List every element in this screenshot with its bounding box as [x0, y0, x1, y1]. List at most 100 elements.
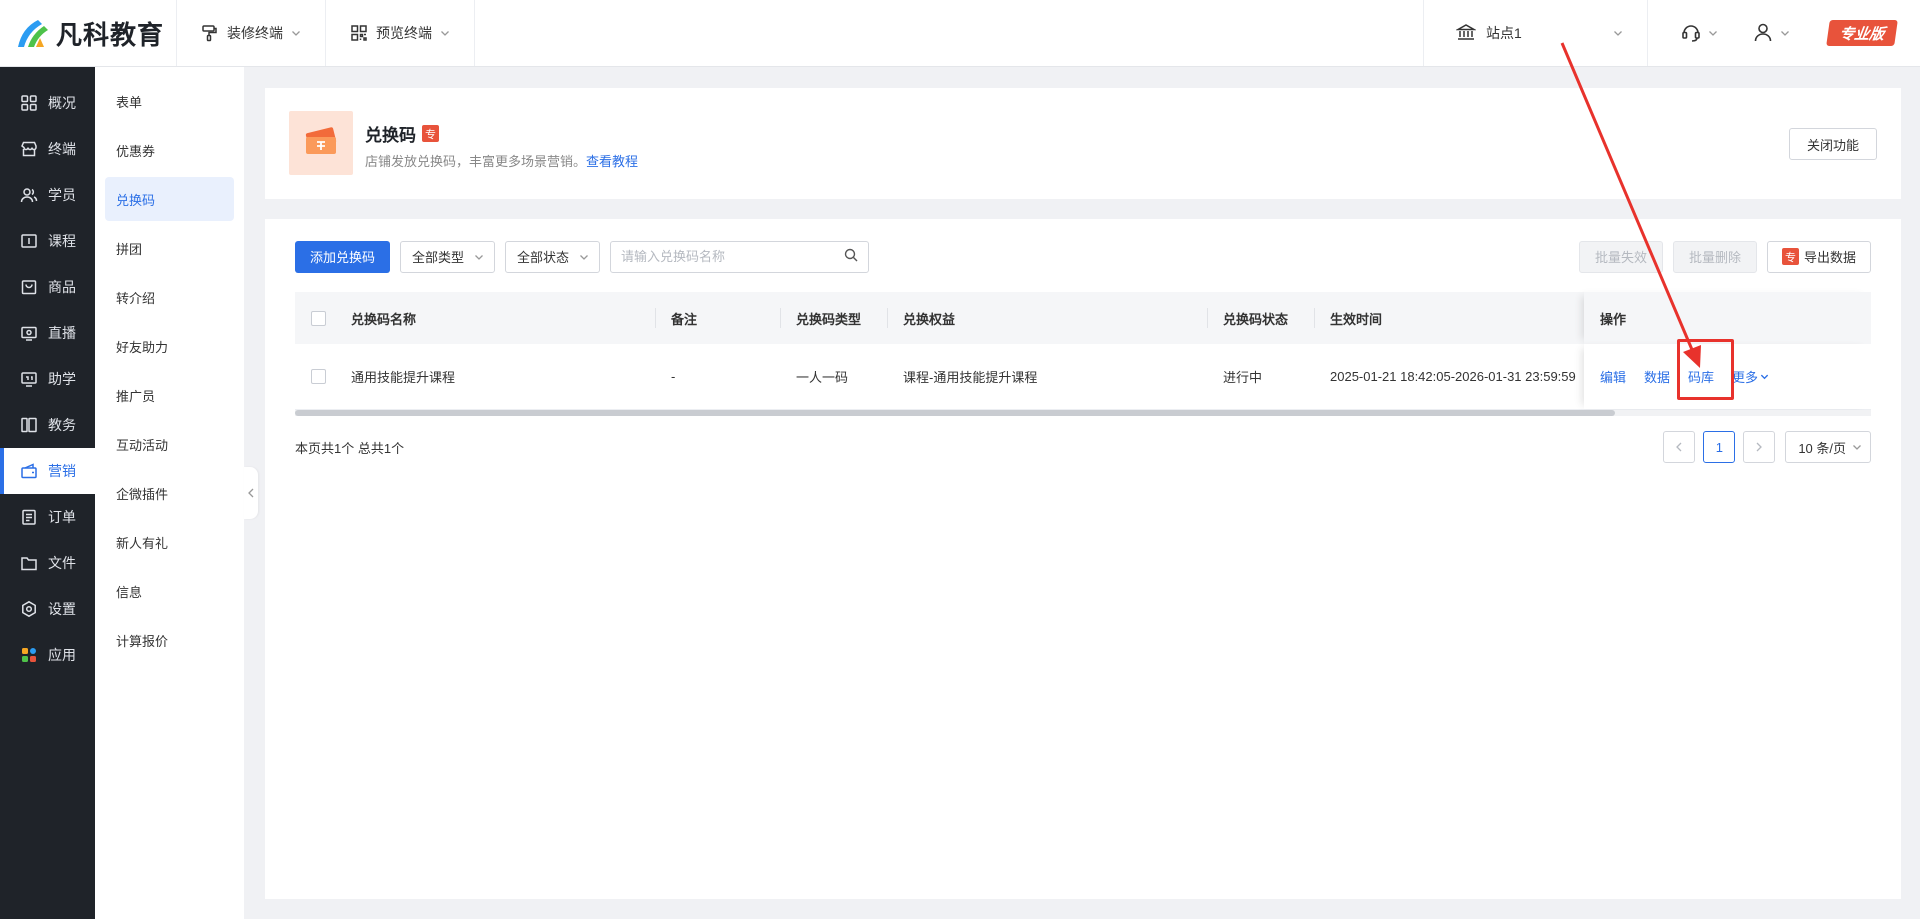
col-header-ops-label: 操作 — [1600, 311, 1627, 327]
prev-page-button[interactable] — [1663, 431, 1696, 463]
sub-sidebar-item-6[interactable]: 推广员 — [105, 373, 234, 417]
select-all-checkbox[interactable] — [311, 310, 326, 326]
more-label: 更多 — [1732, 370, 1759, 385]
search-box — [610, 240, 870, 273]
site-select[interactable]: 站点1 — [1423, 0, 1648, 66]
page-size-select[interactable]: 10 条/页 — [1785, 431, 1871, 463]
chevron-down-icon — [1780, 28, 1790, 38]
sidebar-item-label: 应用 — [48, 647, 76, 663]
settings-icon — [20, 600, 38, 618]
sidebar-item-7[interactable]: 教务 — [0, 402, 95, 448]
cell-status: 进行中 — [1223, 370, 1263, 385]
page-description-text: 店铺发放兑换码，丰富更多场景营销。 — [365, 154, 587, 169]
sub-sidebar-item-8[interactable]: 企微插件 — [105, 471, 234, 515]
sidebar-item-5[interactable]: 直播 — [0, 310, 95, 356]
next-page-button[interactable] — [1743, 431, 1776, 463]
sub-sidebar-item-0[interactable]: 表单 — [105, 79, 234, 123]
sidebar-collapse-handle[interactable] — [244, 467, 258, 519]
brand-name: 凡科教育 — [56, 19, 165, 50]
type-filter-select[interactable]: 全部类型 — [400, 240, 496, 273]
status-filter-value: 全部状态 — [517, 250, 570, 265]
brand-logo[interactable]: 凡科教育 — [0, 0, 177, 66]
sub-sidebar-item-9[interactable]: 新人有礼 — [105, 520, 234, 564]
batch-invalidate-button[interactable]: 批量失效 — [1578, 240, 1663, 273]
tutorial-link[interactable]: 查看教程 — [586, 154, 638, 169]
sidebar-item-2[interactable]: 学员 — [0, 172, 95, 218]
sidebar-item-10[interactable]: 文件 — [0, 540, 95, 586]
sub-sidebar-item-10[interactable]: 信息 — [105, 569, 234, 613]
page-size-value: 10 条/页 — [1798, 440, 1846, 456]
assist-icon — [20, 370, 38, 388]
row-checkbox[interactable] — [311, 369, 326, 384]
bank-icon — [1455, 22, 1477, 45]
sidebar-item-label: 课程 — [48, 233, 76, 249]
chevron-left-icon — [247, 486, 255, 501]
export-data-button[interactable]: 专 导出数据 — [1766, 240, 1871, 273]
scrollbar-thumb[interactable] — [295, 410, 1615, 416]
horizontal-scrollbar[interactable] — [295, 410, 1871, 416]
decorate-terminal-label: 装修终端 — [227, 25, 283, 41]
bag-icon — [20, 278, 38, 296]
table-header: 兑换码名称 备注 兑换码类型 兑换权益 兑换码状态 生效时间 操作 — [295, 292, 1871, 344]
add-code-button[interactable]: 添加兑换码 — [295, 240, 391, 273]
headset-icon — [1680, 21, 1702, 46]
sidebar-item-4[interactable]: 商品 — [0, 264, 95, 310]
live-icon — [20, 324, 38, 342]
export-data-label: 导出数据 — [1803, 250, 1856, 265]
sidebar-item-9[interactable]: 订单 — [0, 494, 95, 540]
sub-sidebar-item-2[interactable]: 兑换码 — [105, 177, 234, 221]
data-link[interactable]: 数据 — [1644, 367, 1670, 386]
col-header-remark: 备注 — [671, 311, 698, 327]
order-icon — [20, 508, 38, 526]
chevron-down-icon — [579, 252, 589, 262]
decorate-terminal-button[interactable]: 装修终端 — [177, 0, 326, 66]
search-icon[interactable] — [844, 248, 858, 265]
folder-icon — [20, 554, 38, 572]
code-library-link[interactable]: 码库 — [1688, 367, 1714, 386]
sidebar-item-0[interactable]: 概况 — [0, 80, 95, 126]
edit-link[interactable]: 编辑 — [1600, 367, 1626, 386]
more-menu[interactable]: 更多 — [1732, 367, 1769, 386]
support-menu[interactable] — [1668, 0, 1730, 66]
batch-delete-button[interactable]: 批量删除 — [1672, 240, 1757, 273]
sidebar-item-3[interactable]: 课程 — [0, 218, 95, 264]
cell-name: 通用技能提升课程 — [351, 370, 456, 385]
sidebar-item-1[interactable]: 终端 — [0, 126, 95, 172]
sidebar-item-12[interactable]: 应用 — [0, 632, 95, 678]
sidebar-item-label: 设置 — [48, 601, 76, 617]
sub-sidebar-item-7[interactable]: 互动活动 — [105, 422, 234, 466]
ticket-icon — [289, 111, 353, 175]
row-ops: 编辑 数据 码库 更多 — [1584, 344, 1871, 409]
col-header-type: 兑换码类型 — [796, 311, 862, 327]
feature-header-card: 兑换码 专 店铺发放兑换码，丰富更多场景营销。查看教程 关闭功能 — [265, 88, 1901, 199]
page-title-text: 兑换码 — [365, 126, 416, 145]
sidebar-item-6[interactable]: 助学 — [0, 356, 95, 402]
cell-time: 2025-01-21 18:42:05-2026-01-31 23:59:59 — [1330, 369, 1576, 384]
user-menu[interactable] — [1740, 0, 1802, 66]
chevron-down-icon — [1613, 26, 1623, 41]
content-card: 添加兑换码 全部类型 全部状态 批量失效 批量删除 专 导出数据 — [265, 219, 1901, 899]
search-input[interactable] — [621, 249, 845, 264]
chevron-down-icon — [474, 252, 484, 262]
page-title: 兑换码 专 — [365, 121, 439, 146]
pagination: 本页共1个 总共1个 1 10 条/页 — [295, 431, 1871, 463]
status-filter-select[interactable]: 全部状态 — [505, 240, 601, 273]
sidebar-item-label: 文件 — [48, 555, 76, 571]
user-icon — [1752, 21, 1774, 46]
preview-terminal-button[interactable]: 预览终端 — [326, 0, 475, 66]
cell-benefit: 课程-通用技能提升课程 — [903, 370, 1038, 385]
sidebar-item-8[interactable]: 营销 — [0, 448, 95, 494]
sidebar-item-11[interactable]: 设置 — [0, 586, 95, 632]
sub-sidebar-item-1[interactable]: 优惠券 — [105, 128, 234, 172]
top-bar: 凡科教育 装修终端 预览终端 站点1 专业版 — [0, 0, 1920, 67]
store-icon — [20, 140, 38, 158]
edition-badge[interactable]: 专业版 — [1826, 0, 1898, 66]
page-number-button[interactable]: 1 — [1703, 431, 1736, 463]
sub-sidebar-item-11[interactable]: 计算报价 — [105, 618, 234, 662]
sub-sidebar-item-3[interactable]: 拼团 — [105, 226, 234, 270]
sub-sidebar-item-5[interactable]: 好友助力 — [105, 324, 234, 368]
sidebar-item-label: 营销 — [48, 463, 76, 479]
close-feature-button[interactable]: 关闭功能 — [1789, 128, 1877, 160]
sub-sidebar-item-4[interactable]: 转介绍 — [105, 275, 234, 319]
sidebar-item-label: 直播 — [48, 325, 76, 341]
